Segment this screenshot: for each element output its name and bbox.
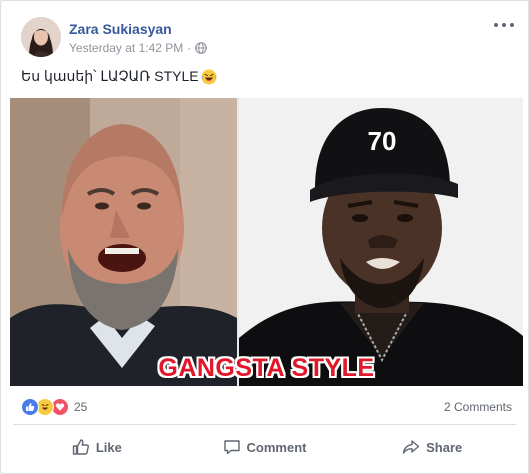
thumbs-up-icon: [72, 439, 89, 455]
post-card: Zara Sukiasyan Yesterday at 1:42 PM · Ես…: [0, 0, 529, 474]
share-arrow-icon: [402, 440, 420, 454]
author-name[interactable]: Zara Sukiasyan: [69, 21, 172, 37]
reaction-count: 25: [74, 400, 88, 414]
like-button[interactable]: Like: [13, 427, 181, 467]
like-button-label: Like: [95, 439, 122, 455]
comments-count-link[interactable]: 2 Comments: [444, 400, 512, 414]
share-button[interactable]: Share: [348, 427, 516, 467]
author-avatar[interactable]: [21, 17, 61, 57]
comment-button-label: Comment: [246, 439, 307, 455]
meta-separator: ·: [187, 41, 192, 55]
post-meta: Yesterday at 1:42 PM ·: [69, 41, 208, 55]
cap-text: 70: [368, 126, 397, 156]
post-image[interactable]: 70 GANGSTA STYLE: [10, 98, 523, 386]
actions-divider: [13, 424, 516, 425]
post-header: Zara Sukiasyan Yesterday at 1:42 PM ·: [21, 17, 516, 59]
image-caption: GANGSTA STYLE: [158, 354, 375, 382]
reaction-summary[interactable]: 25: [21, 398, 87, 416]
avatar-image: [21, 17, 61, 57]
post-actions: Like Comment Share: [13, 427, 516, 467]
more-options-icon[interactable]: [494, 17, 514, 33]
comment-button[interactable]: Comment: [181, 427, 349, 467]
post-text: Ես կասեի՝ ԼԱՉԱՌ STYLE: [21, 68, 199, 84]
share-button-label: Share: [426, 439, 463, 455]
globe-icon[interactable]: [195, 42, 208, 54]
laughing-tears-emoji-icon: [201, 69, 217, 85]
comment-icon: [223, 440, 240, 455]
like-reaction-icon: [21, 398, 39, 416]
post-timestamp[interactable]: Yesterday at 1:42 PM: [69, 41, 183, 55]
image-content: 70: [10, 98, 523, 386]
post-text-row: Ես կասեի՝ ԼԱՉԱՌ STYLE: [21, 68, 217, 85]
